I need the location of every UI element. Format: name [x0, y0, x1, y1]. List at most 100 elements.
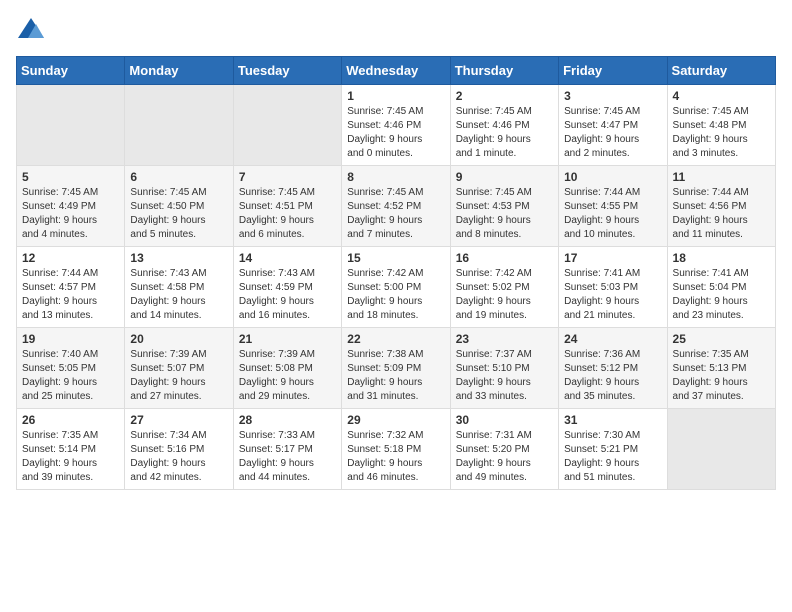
calendar-cell: 29 Sunrise: 7:32 AM Sunset: 5:18 PM Dayli…: [342, 409, 450, 490]
day-number: 5: [22, 170, 119, 184]
calendar-cell: 28 Sunrise: 7:33 AM Sunset: 5:17 PM Dayli…: [233, 409, 341, 490]
day-number: 3: [564, 89, 661, 103]
day-info: Sunrise: 7:33 AM Sunset: 5:17 PM Dayligh…: [239, 429, 336, 485]
calendar-cell: 26Sunrise: 7:35 AM Sunset: 5:14 PM Dayli…: [17, 409, 125, 490]
calendar-cell: 19 Sunrise: 7:40 AM Sunset: 5:05 PM Dayli…: [17, 328, 125, 409]
day-number: 24: [564, 332, 661, 346]
day-number: 4: [673, 89, 770, 103]
calendar-cell: 13 Sunrise: 7:43 AM Sunset: 4:58 PM Dayli…: [125, 247, 233, 328]
day-info: Sunrise: 7:42 AM Sunset: 5:02 PM Dayligh…: [456, 267, 553, 323]
logo-icon: [16, 16, 46, 44]
week-row-4: 19 Sunrise: 7:40 AM Sunset: 5:05 PM Dayli…: [17, 328, 776, 409]
day-info: Sunrise: 7:43 AM Sunset: 4:59 PM Dayligh…: [239, 267, 336, 323]
calendar-cell: 2Sunrise: 7:45 AM Sunset: 4:46 PM Daylig…: [450, 85, 558, 166]
calendar-cell: 16 Sunrise: 7:42 AM Sunset: 5:02 PM Dayli…: [450, 247, 558, 328]
day-number: 20: [130, 332, 227, 346]
day-number: 27: [130, 413, 227, 427]
page-header: [16, 16, 776, 44]
day-number: 31: [564, 413, 661, 427]
day-number: 14: [239, 251, 336, 265]
day-info: Sunrise: 7:41 AM Sunset: 5:04 PM Dayligh…: [673, 267, 770, 323]
day-info: Sunrise: 7:34 AM Sunset: 5:16 PM Dayligh…: [130, 429, 227, 485]
day-number: 15: [347, 251, 444, 265]
day-info: Sunrise: 7:45 AM Sunset: 4:51 PM Dayligh…: [239, 186, 336, 242]
day-info: Sunrise: 7:32 AM Sunset: 5:18 PM Dayligh…: [347, 429, 444, 485]
calendar-cell: 5 Sunrise: 7:45 AM Sunset: 4:49 PM Daylig…: [17, 166, 125, 247]
day-number: 9: [456, 170, 553, 184]
day-number: 23: [456, 332, 553, 346]
day-info: Sunrise: 7:36 AM Sunset: 5:12 PM Dayligh…: [564, 348, 661, 404]
day-number: 25: [673, 332, 770, 346]
calendar-cell: 3 Sunrise: 7:45 AM Sunset: 4:47 PM Daylig…: [559, 85, 667, 166]
day-info: Sunrise: 7:38 AM Sunset: 5:09 PM Dayligh…: [347, 348, 444, 404]
day-info: Sunrise: 7:40 AM Sunset: 5:05 PM Dayligh…: [22, 348, 119, 404]
day-number: 1: [347, 89, 444, 103]
calendar-table: SundayMondayTuesdayWednesdayThursdayFrid…: [16, 56, 776, 490]
day-number: 13: [130, 251, 227, 265]
calendar-cell: 14 Sunrise: 7:43 AM Sunset: 4:59 PM Dayli…: [233, 247, 341, 328]
day-info: Sunrise: 7:39 AM Sunset: 5:08 PM Dayligh…: [239, 348, 336, 404]
day-number: 30: [456, 413, 553, 427]
day-info: Sunrise: 7:45 AM Sunset: 4:47 PM Dayligh…: [564, 105, 661, 161]
day-number: 29: [347, 413, 444, 427]
calendar-cell: 4 Sunrise: 7:45 AM Sunset: 4:48 PM Daylig…: [667, 85, 775, 166]
day-info: Sunrise: 7:35 AM Sunset: 5:14 PM Dayligh…: [22, 429, 119, 485]
calendar-cell: 10Sunrise: 7:44 AM Sunset: 4:55 PM Dayli…: [559, 166, 667, 247]
calendar-cell: 6 Sunrise: 7:45 AM Sunset: 4:50 PM Daylig…: [125, 166, 233, 247]
day-info: Sunrise: 7:44 AM Sunset: 4:55 PM Dayligh…: [564, 186, 661, 242]
calendar-cell: 8 Sunrise: 7:45 AM Sunset: 4:52 PM Daylig…: [342, 166, 450, 247]
day-info: Sunrise: 7:45 AM Sunset: 4:46 PM Dayligh…: [347, 105, 444, 161]
day-number: 12: [22, 251, 119, 265]
weekday-header-tuesday: Tuesday: [233, 57, 341, 85]
day-number: 8: [347, 170, 444, 184]
day-number: 18: [673, 251, 770, 265]
calendar-cell: [667, 409, 775, 490]
day-info: Sunrise: 7:45 AM Sunset: 4:46 PM Dayligh…: [456, 105, 553, 161]
day-info: Sunrise: 7:31 AM Sunset: 5:20 PM Dayligh…: [456, 429, 553, 485]
calendar-cell: 23 Sunrise: 7:37 AM Sunset: 5:10 PM Dayli…: [450, 328, 558, 409]
day-number: 16: [456, 251, 553, 265]
day-info: Sunrise: 7:35 AM Sunset: 5:13 PM Dayligh…: [673, 348, 770, 404]
weekday-header-saturday: Saturday: [667, 57, 775, 85]
day-info: Sunrise: 7:41 AM Sunset: 5:03 PM Dayligh…: [564, 267, 661, 323]
calendar-cell: 9 Sunrise: 7:45 AM Sunset: 4:53 PM Daylig…: [450, 166, 558, 247]
calendar-cell: 17Sunrise: 7:41 AM Sunset: 5:03 PM Dayli…: [559, 247, 667, 328]
day-info: Sunrise: 7:45 AM Sunset: 4:50 PM Dayligh…: [130, 186, 227, 242]
weekday-header-wednesday: Wednesday: [342, 57, 450, 85]
calendar-cell: 30 Sunrise: 7:31 AM Sunset: 5:20 PM Dayli…: [450, 409, 558, 490]
calendar-cell: 12Sunrise: 7:44 AM Sunset: 4:57 PM Dayli…: [17, 247, 125, 328]
weekday-header-sunday: Sunday: [17, 57, 125, 85]
calendar-cell: 20 Sunrise: 7:39 AM Sunset: 5:07 PM Dayli…: [125, 328, 233, 409]
day-info: Sunrise: 7:39 AM Sunset: 5:07 PM Dayligh…: [130, 348, 227, 404]
week-row-1: 1 Sunrise: 7:45 AM Sunset: 4:46 PM Daylig…: [17, 85, 776, 166]
calendar-cell: 22 Sunrise: 7:38 AM Sunset: 5:09 PM Dayli…: [342, 328, 450, 409]
weekday-header-row: SundayMondayTuesdayWednesdayThursdayFrid…: [17, 57, 776, 85]
day-number: 28: [239, 413, 336, 427]
calendar-cell: 18 Sunrise: 7:41 AM Sunset: 5:04 PM Dayli…: [667, 247, 775, 328]
calendar-cell: 31 Sunrise: 7:30 AM Sunset: 5:21 PM Dayli…: [559, 409, 667, 490]
day-info: Sunrise: 7:42 AM Sunset: 5:00 PM Dayligh…: [347, 267, 444, 323]
day-info: Sunrise: 7:37 AM Sunset: 5:10 PM Dayligh…: [456, 348, 553, 404]
day-info: Sunrise: 7:30 AM Sunset: 5:21 PM Dayligh…: [564, 429, 661, 485]
calendar-cell: 11 Sunrise: 7:44 AM Sunset: 4:56 PM Dayli…: [667, 166, 775, 247]
calendar-cell: 7 Sunrise: 7:45 AM Sunset: 4:51 PM Daylig…: [233, 166, 341, 247]
day-info: Sunrise: 7:45 AM Sunset: 4:49 PM Dayligh…: [22, 186, 119, 242]
calendar-cell: 27 Sunrise: 7:34 AM Sunset: 5:16 PM Dayli…: [125, 409, 233, 490]
day-number: 22: [347, 332, 444, 346]
calendar-cell: 25 Sunrise: 7:35 AM Sunset: 5:13 PM Dayli…: [667, 328, 775, 409]
calendar-cell: [17, 85, 125, 166]
day-info: Sunrise: 7:45 AM Sunset: 4:48 PM Dayligh…: [673, 105, 770, 161]
week-row-2: 5 Sunrise: 7:45 AM Sunset: 4:49 PM Daylig…: [17, 166, 776, 247]
day-info: Sunrise: 7:45 AM Sunset: 4:53 PM Dayligh…: [456, 186, 553, 242]
day-number: 6: [130, 170, 227, 184]
day-info: Sunrise: 7:44 AM Sunset: 4:56 PM Dayligh…: [673, 186, 770, 242]
day-info: Sunrise: 7:45 AM Sunset: 4:52 PM Dayligh…: [347, 186, 444, 242]
day-number: 7: [239, 170, 336, 184]
week-row-3: 12Sunrise: 7:44 AM Sunset: 4:57 PM Dayli…: [17, 247, 776, 328]
week-row-5: 26Sunrise: 7:35 AM Sunset: 5:14 PM Dayli…: [17, 409, 776, 490]
day-number: 11: [673, 170, 770, 184]
day-info: Sunrise: 7:43 AM Sunset: 4:58 PM Dayligh…: [130, 267, 227, 323]
calendar-cell: 21 Sunrise: 7:39 AM Sunset: 5:08 PM Dayli…: [233, 328, 341, 409]
day-number: 19: [22, 332, 119, 346]
day-number: 21: [239, 332, 336, 346]
